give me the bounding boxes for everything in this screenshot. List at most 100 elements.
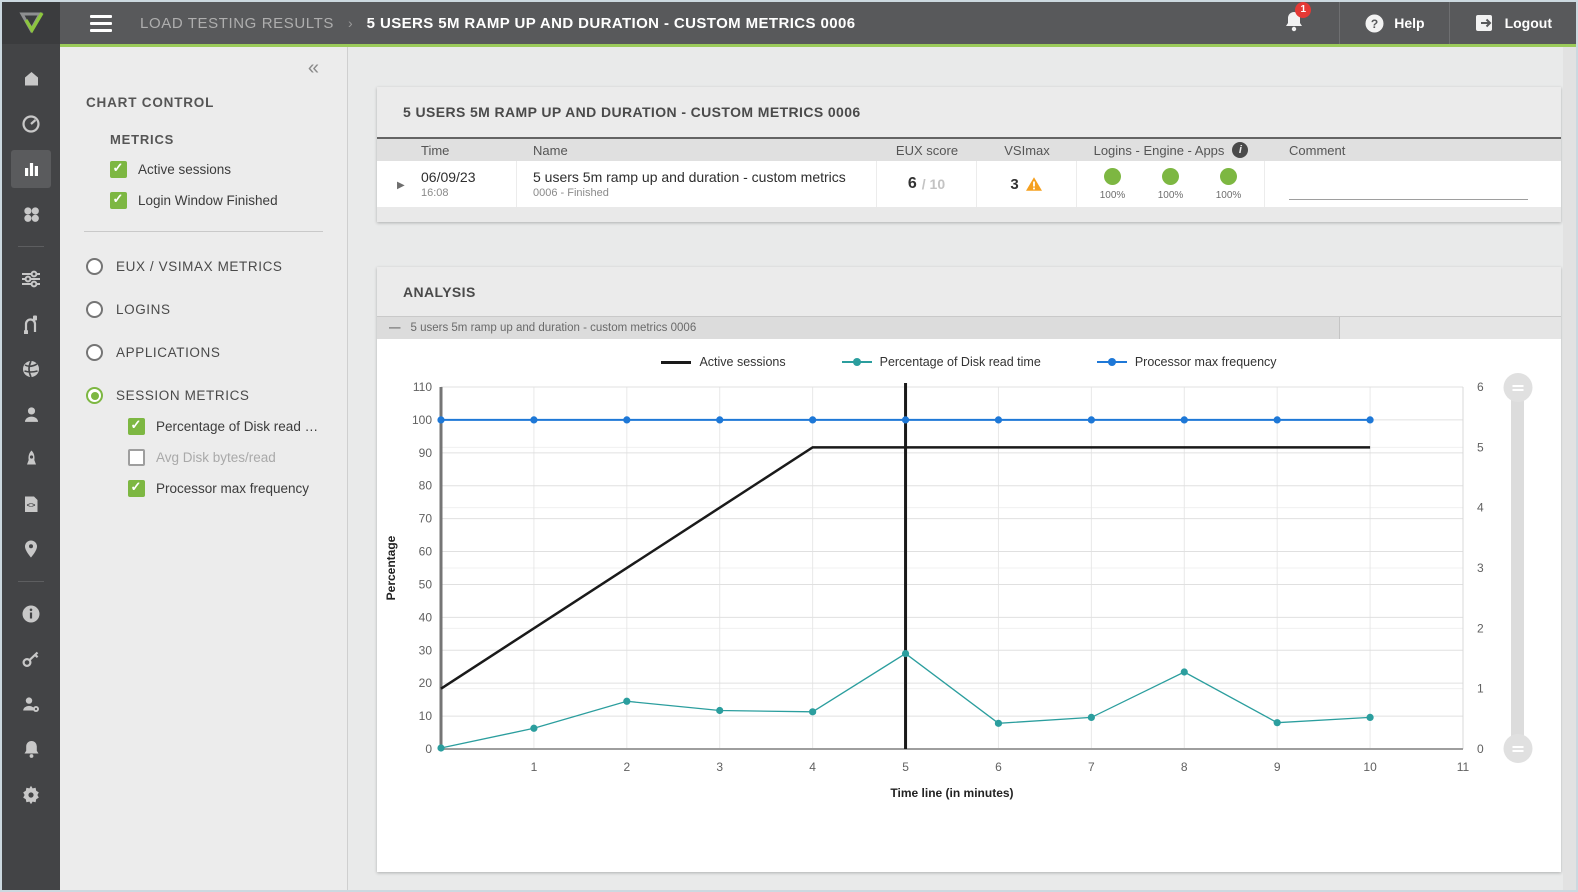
column-header-eux-score[interactable]: EUX score xyxy=(877,143,977,158)
svg-text:6: 6 xyxy=(995,760,1002,774)
apps-status: 100% xyxy=(1203,168,1255,201)
info-icon[interactable]: i xyxy=(1232,142,1248,158)
sidebar-item-applications[interactable] xyxy=(11,195,51,233)
svg-text:5: 5 xyxy=(902,760,909,774)
sidebar-item-settings[interactable] xyxy=(11,775,51,813)
sidebar-item-environment[interactable] xyxy=(11,350,51,388)
user-icon xyxy=(22,405,41,424)
eux-score-max: / 10 xyxy=(922,176,945,192)
sidebar-item-dashboard[interactable] xyxy=(11,105,51,143)
result-date: 06/09/23 xyxy=(421,169,516,185)
legend-label: Processor max frequency xyxy=(1135,355,1277,369)
breadcrumb-root[interactable]: LOAD TESTING RESULTS xyxy=(140,15,334,32)
sidebar-item-workflow[interactable] xyxy=(11,305,51,343)
sidebar-item-tuning[interactable] xyxy=(11,260,51,298)
column-header-logins[interactable]: Logins - Engine - Apps i xyxy=(1077,142,1265,158)
logout-button[interactable]: Logout xyxy=(1450,2,1576,44)
checkbox-login-window-finished[interactable]: Login Window Finished xyxy=(110,192,347,209)
radio-eux-vsimax-metrics[interactable]: EUX / VSIMAX METRICS xyxy=(86,258,347,275)
svg-text:1: 1 xyxy=(1477,682,1484,696)
svg-text:Percentage: Percentage xyxy=(384,535,398,600)
result-row[interactable]: ▶ 06/09/23 16:08 5 users 5m ramp up and … xyxy=(377,161,1561,207)
svg-text:5: 5 xyxy=(1477,440,1484,454)
apps-percent: 100% xyxy=(1216,190,1242,201)
sidebar-item-locations[interactable] xyxy=(11,530,51,568)
legend-label: Active sessions xyxy=(699,355,785,369)
radio-logins[interactable]: LOGINS xyxy=(86,301,347,318)
sidebar-item-about[interactable] xyxy=(11,595,51,633)
comment-input[interactable] xyxy=(1289,199,1528,200)
sidebar-item-notifications[interactable] xyxy=(11,730,51,768)
sidebar-divider xyxy=(18,581,44,582)
checkbox-percentage-disk-read[interactable]: Percentage of Disk read … xyxy=(128,418,347,435)
radio-label: APPLICATIONS xyxy=(116,345,220,360)
svg-text:7: 7 xyxy=(1088,760,1095,774)
row-expander-icon[interactable]: ▶ xyxy=(397,180,405,191)
radio-label: LOGINS xyxy=(116,302,171,317)
collapse-panel-button[interactable]: « xyxy=(308,57,319,80)
svg-text:6: 6 xyxy=(1477,380,1484,394)
gauge-icon xyxy=(21,114,41,134)
sidebar-item-access[interactable] xyxy=(11,640,51,678)
legend-disk-read-time[interactable]: Percentage of Disk read time xyxy=(842,355,1041,369)
apps-icon xyxy=(22,205,41,224)
svg-text:?: ? xyxy=(1371,17,1378,31)
menu-icon[interactable] xyxy=(90,11,112,36)
column-header-vsimax[interactable]: VSImax xyxy=(977,143,1077,158)
sidebar-item-home[interactable] xyxy=(11,60,51,98)
slider-track[interactable] xyxy=(1511,387,1524,749)
svg-text:70: 70 xyxy=(419,512,433,526)
logout-label: Logout xyxy=(1505,15,1552,31)
checkbox-processor-max-frequency[interactable]: Processor max frequency xyxy=(128,480,347,497)
notifications-button[interactable]: 1 xyxy=(1265,9,1339,38)
sidebar-item-scripts[interactable]: <> xyxy=(11,485,51,523)
logins-percent: 100% xyxy=(1100,190,1126,201)
slider-handle-top[interactable] xyxy=(1503,373,1532,402)
workflow-icon xyxy=(21,314,41,334)
series-selector-bar[interactable]: — 5 users 5m ramp up and duration - cust… xyxy=(377,317,1561,339)
results-card: 5 USERS 5M RAMP UP AND DURATION - CUSTOM… xyxy=(377,87,1561,222)
checkbox-label: Percentage of Disk read … xyxy=(156,419,318,434)
legend-line-blue-icon xyxy=(1097,361,1127,363)
series-bar-label: 5 users 5m ramp up and duration - custom… xyxy=(411,322,697,334)
app-window: LOAD TESTING RESULTS › 5 USERS 5M RAMP U… xyxy=(0,0,1578,892)
top-header: LOAD TESTING RESULTS › 5 USERS 5M RAMP U… xyxy=(2,2,1576,44)
legend-processor-max-frequency[interactable]: Processor max frequency xyxy=(1097,355,1277,369)
svg-text:90: 90 xyxy=(419,446,433,460)
radio-applications[interactable]: APPLICATIONS xyxy=(86,344,347,361)
svg-text:0: 0 xyxy=(425,742,432,756)
checkbox-checked-icon xyxy=(110,161,127,178)
slider-handle-bottom[interactable] xyxy=(1503,734,1532,763)
script-icon: <> xyxy=(22,495,40,514)
radio-session-metrics[interactable]: SESSION METRICS xyxy=(86,387,347,404)
checkbox-label: Login Window Finished xyxy=(138,193,278,208)
svg-text:4: 4 xyxy=(809,760,816,774)
sidebar-item-accounts[interactable] xyxy=(11,685,51,723)
info-icon xyxy=(21,604,41,624)
results-table-header: Time Name EUX score VSImax Logins - Engi… xyxy=(377,137,1561,161)
chart-control-title: CHART CONTROL xyxy=(86,95,347,110)
engine-percent: 100% xyxy=(1158,190,1184,201)
series-bar-scroll-track[interactable] xyxy=(1339,317,1561,339)
sidebar-item-test-results[interactable] xyxy=(11,150,51,188)
legend-active-sessions[interactable]: Active sessions xyxy=(661,355,785,369)
column-header-name[interactable]: Name xyxy=(517,143,877,158)
radio-label: SESSION METRICS xyxy=(116,388,250,403)
notification-badge: 1 xyxy=(1295,2,1311,18)
checkbox-label: Processor max frequency xyxy=(156,481,309,496)
svg-text:20: 20 xyxy=(419,676,433,690)
checkbox-avg-disk-bytes-read[interactable]: Avg Disk bytes/read xyxy=(128,449,347,466)
svg-text:10: 10 xyxy=(1363,760,1377,774)
column-header-time[interactable]: Time xyxy=(377,143,517,158)
column-header-comment[interactable]: Comment xyxy=(1265,143,1561,158)
series-dash-icon: — xyxy=(389,322,401,334)
gear-icon xyxy=(21,784,41,804)
app-logo[interactable] xyxy=(2,2,60,44)
svg-text:2: 2 xyxy=(623,760,630,774)
sidebar-item-users[interactable] xyxy=(11,395,51,433)
sidebar-item-launcher[interactable] xyxy=(11,440,51,478)
checkbox-active-sessions[interactable]: Active sessions xyxy=(110,161,347,178)
page-scrollbar[interactable] xyxy=(1563,47,1576,890)
help-button[interactable]: ? Help xyxy=(1340,2,1448,44)
metrics-section-title: METRICS xyxy=(110,132,347,147)
